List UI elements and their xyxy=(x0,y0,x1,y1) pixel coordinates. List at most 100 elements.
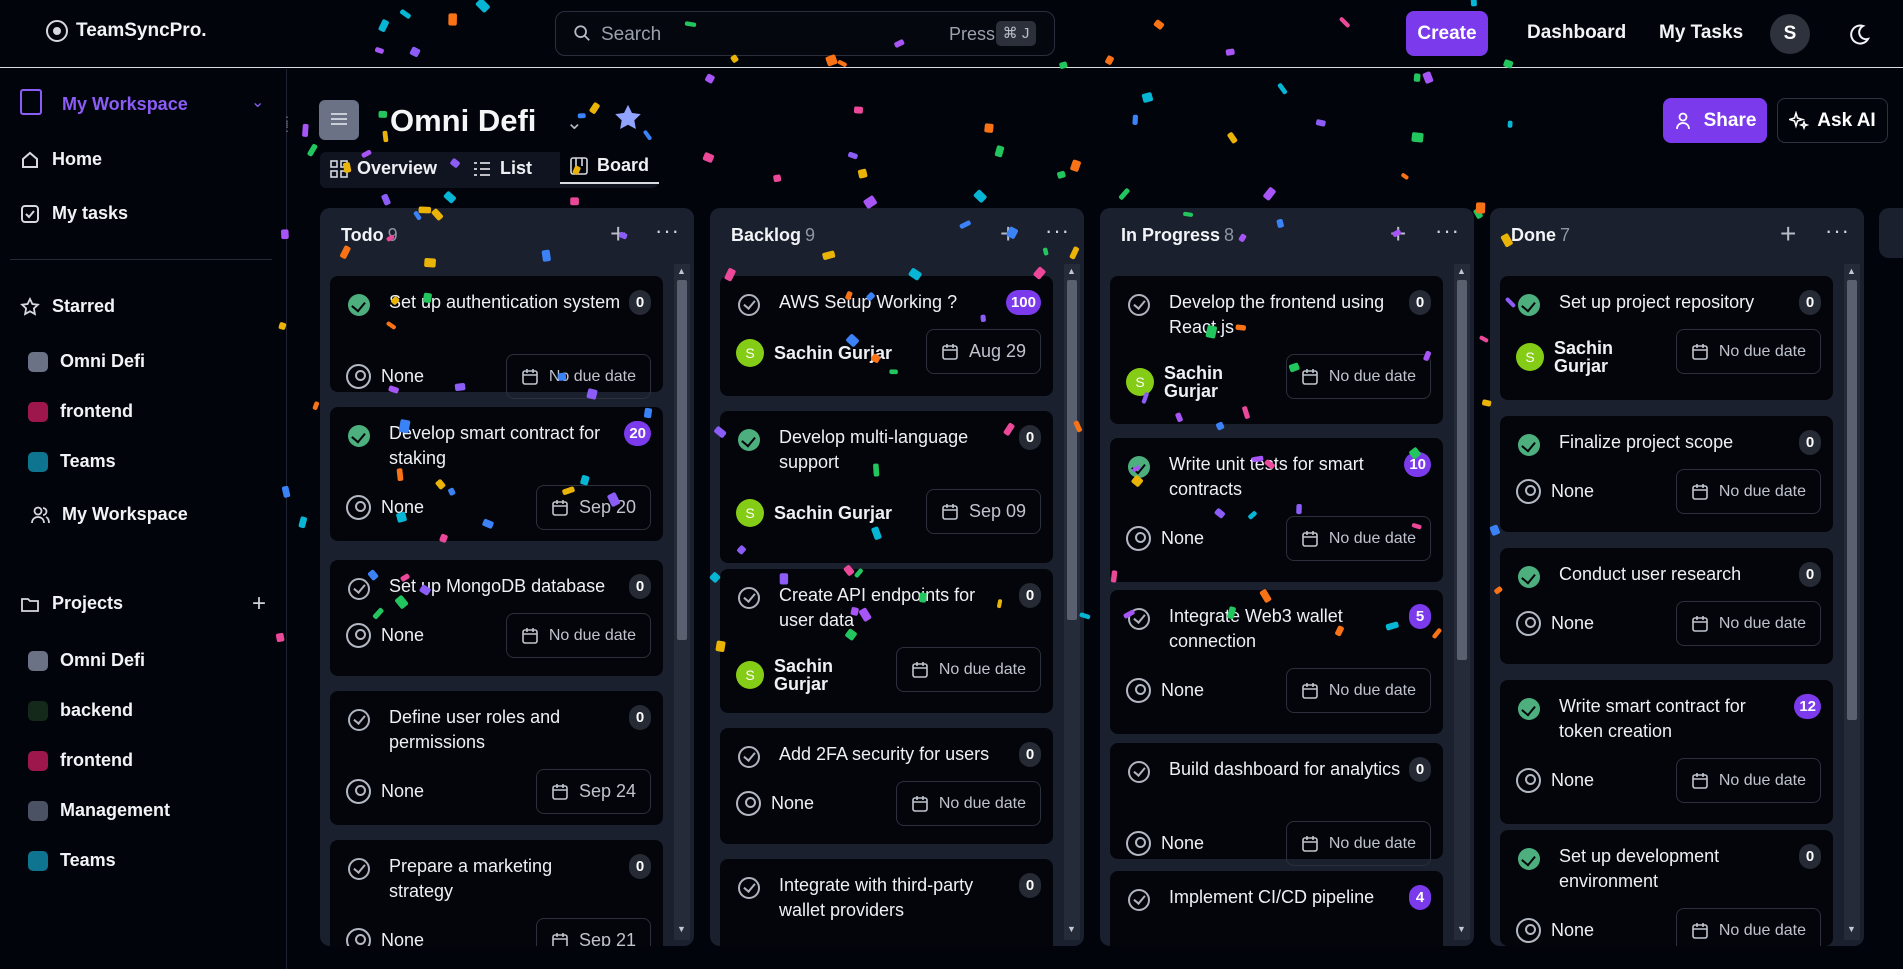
project-item-frontend[interactable]: frontend xyxy=(28,750,133,771)
assignee[interactable]: None xyxy=(1516,918,1594,943)
scroll-thumb[interactable] xyxy=(1067,280,1077,620)
task-card[interactable]: Set up project repository 0 S Sachin Gurjar… xyxy=(1500,276,1833,400)
check-circle-icon[interactable] xyxy=(1128,608,1150,630)
assignee[interactable]: S Sachin Gurjar xyxy=(1126,364,1224,400)
assignee[interactable]: None xyxy=(346,495,424,520)
check-circle-icon[interactable] xyxy=(1128,889,1150,911)
search-input[interactable]: Search Press ⌘ J xyxy=(555,11,1055,56)
scroll-down-icon[interactable]: ▼ xyxy=(677,924,686,934)
check-circle-icon[interactable] xyxy=(348,858,370,880)
due-date-button[interactable]: No due date xyxy=(1285,354,1431,399)
assignee[interactable]: None xyxy=(1516,479,1594,504)
task-card[interactable]: Write smart contract for token creation 1… xyxy=(1500,680,1833,824)
task-card[interactable]: Finalize project scope 0 None No due date xyxy=(1500,416,1833,532)
add-task-button[interactable]: + xyxy=(1780,218,1796,250)
assignee[interactable]: None xyxy=(346,364,424,389)
add-task-button[interactable]: + xyxy=(610,218,626,250)
due-date-button[interactable]: No due date xyxy=(1675,469,1821,514)
sidebar-item-my-tasks[interactable]: My tasks xyxy=(20,203,128,224)
sidebar-item-my-workspace[interactable]: My Workspace xyxy=(30,504,188,525)
scroll-down-icon[interactable]: ▼ xyxy=(1067,924,1076,934)
check-circle-filled-icon[interactable] xyxy=(738,429,760,451)
check-circle-icon[interactable] xyxy=(1128,761,1150,783)
workspace-switcher[interactable]: My Workspace ⌄ xyxy=(20,89,270,119)
scroll-up-icon[interactable]: ▲ xyxy=(1847,266,1856,276)
tab-board[interactable]: Board xyxy=(560,152,660,184)
check-circle-filled-icon[interactable] xyxy=(1518,566,1540,588)
ask-ai-button[interactable]: Ask AI xyxy=(1777,98,1888,143)
due-date-button[interactable]: No due date xyxy=(1285,821,1431,866)
tab-overview[interactable]: Overview xyxy=(330,158,437,179)
starred-item-teams[interactable]: Teams xyxy=(28,451,116,472)
assignee[interactable]: None xyxy=(346,779,424,804)
more-options-icon[interactable]: ··· xyxy=(1435,218,1460,244)
assignee[interactable]: None xyxy=(346,928,424,946)
task-card[interactable]: Build dashboard for analytics 0 None No due… xyxy=(1110,743,1443,866)
due-date-button[interactable]: No due date xyxy=(1285,516,1431,561)
due-date-button[interactable]: No due date xyxy=(1675,329,1821,374)
project-item-teams[interactable]: Teams xyxy=(28,850,116,871)
moon-icon[interactable] xyxy=(1836,12,1880,56)
scroll-thumb[interactable] xyxy=(1457,280,1467,660)
project-item-backend[interactable]: backend xyxy=(28,700,133,721)
starred-item-frontend[interactable]: frontend xyxy=(28,401,133,422)
assignee[interactable]: S Sachin Gurjar xyxy=(1516,339,1614,375)
task-card[interactable]: Develop the frontend using React.js 0 S Sac… xyxy=(1110,276,1443,424)
check-circle-filled-icon[interactable] xyxy=(1518,294,1540,316)
task-card[interactable]: Set up MongoDB database 0 None No due date xyxy=(330,560,663,676)
task-card[interactable]: Add 2FA security for users 0 None No due da… xyxy=(720,728,1053,844)
check-circle-icon[interactable] xyxy=(738,877,760,899)
scroll-thumb[interactable] xyxy=(1847,280,1857,720)
tab-list[interactable]: List xyxy=(473,158,532,179)
task-card[interactable]: Prepare a marketing strategy 0 None Sep 21 xyxy=(330,840,663,946)
share-button[interactable]: Share xyxy=(1663,98,1767,143)
add-task-button[interactable]: + xyxy=(1390,218,1406,250)
check-circle-icon[interactable] xyxy=(738,587,760,609)
project-item-omni-defi[interactable]: Omni Defi xyxy=(28,650,145,671)
task-card[interactable]: Develop smart contract for staking 20 None… xyxy=(330,407,663,541)
project-item-management[interactable]: Management xyxy=(28,800,170,821)
due-date-button[interactable]: No due date xyxy=(895,647,1041,692)
chevron-down-icon[interactable]: ⌄ xyxy=(566,110,583,135)
scroll-up-icon[interactable]: ▲ xyxy=(1457,266,1466,276)
task-card[interactable]: Define user roles and permissions 0 None Se… xyxy=(330,691,663,825)
check-circle-icon[interactable] xyxy=(1128,294,1150,316)
task-card[interactable]: AWS Setup Working ? 100 S Sachin Gurjar Aug … xyxy=(720,276,1053,396)
sidebar-item-projects[interactable]: Projects xyxy=(20,593,123,614)
check-circle-filled-icon[interactable] xyxy=(348,294,370,316)
scrollbar[interactable]: ▲ ▼ xyxy=(1064,264,1080,940)
add-project-button[interactable]: + xyxy=(252,590,266,618)
assignee[interactable]: None xyxy=(346,623,424,648)
scrollbar[interactable]: ▲ ▼ xyxy=(1844,264,1860,940)
add-task-button[interactable]: + xyxy=(1000,218,1016,250)
more-options-icon[interactable]: ··· xyxy=(1825,218,1850,244)
due-date-button[interactable]: Sep 21 xyxy=(535,918,651,946)
assignee[interactable]: None xyxy=(1126,678,1204,703)
more-options-icon[interactable]: ··· xyxy=(1045,218,1070,244)
assignee[interactable]: None xyxy=(1516,611,1594,636)
due-date-button[interactable]: No due date xyxy=(1675,601,1821,646)
scroll-down-icon[interactable]: ▼ xyxy=(1847,924,1856,934)
check-circle-filled-icon[interactable] xyxy=(1518,848,1540,870)
task-card[interactable]: Set up development environment 0 None No du… xyxy=(1500,830,1833,946)
task-card[interactable]: Conduct user research 0 None No due date xyxy=(1500,548,1833,664)
task-card[interactable]: Integrate with third-party wallet provid… xyxy=(720,859,1053,946)
sidebar-resize-handle[interactable]: ⋮ ⋮ xyxy=(281,115,293,140)
more-options-icon[interactable]: ··· xyxy=(655,218,680,244)
task-card[interactable]: Develop multi-language support 0 S Sachin G… xyxy=(720,411,1053,563)
check-circle-icon[interactable] xyxy=(738,294,760,316)
star-icon[interactable] xyxy=(613,103,643,133)
due-date-button[interactable]: No due date xyxy=(1675,758,1821,803)
assignee[interactable]: S Sachin Gurjar xyxy=(736,657,834,693)
assignee[interactable]: None xyxy=(1516,768,1594,793)
assignee[interactable]: None xyxy=(1126,831,1204,856)
task-card[interactable]: Integrate Web3 wallet connection 5 None No … xyxy=(1110,590,1443,734)
due-date-button[interactable]: Aug 29 xyxy=(925,329,1041,374)
check-circle-filled-icon[interactable] xyxy=(1128,456,1150,478)
scroll-up-icon[interactable]: ▲ xyxy=(677,266,686,276)
assignee[interactable]: S Sachin Gurjar xyxy=(736,499,892,527)
due-date-button[interactable]: No due date xyxy=(1285,668,1431,713)
check-circle-icon[interactable] xyxy=(348,578,370,600)
starred-item-omni-defi[interactable]: Omni Defi xyxy=(28,351,145,372)
check-circle-filled-icon[interactable] xyxy=(1518,434,1540,456)
